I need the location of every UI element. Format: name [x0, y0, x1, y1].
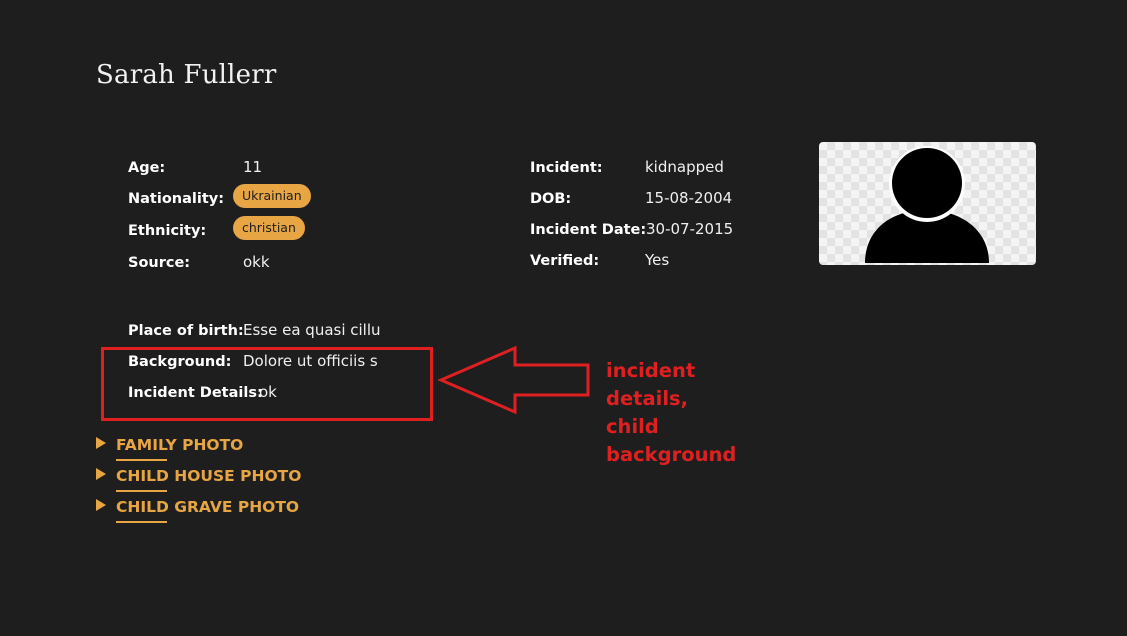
nationality-label: Nationality:	[128, 191, 225, 207]
triangle-right-icon	[96, 499, 106, 511]
verified-value: Yes	[645, 251, 670, 269]
dob-field: DOB: 15-08-2004	[530, 188, 732, 209]
incident-date-value: 30-07-2015	[646, 220, 734, 238]
incident-date-field: Incident Date: 30-07-2015	[530, 219, 733, 240]
user-silhouette-icon	[865, 146, 989, 263]
family-photo-toggle[interactable]: FAMILY PHOTO	[96, 436, 244, 461]
age-value: 11	[243, 158, 263, 176]
verified-label: Verified:	[530, 253, 600, 269]
age-label: Age:	[128, 160, 166, 176]
triangle-right-icon	[96, 437, 106, 449]
nationality-badge: Ukrainian	[233, 184, 311, 208]
annotation-text: incident details, child background	[606, 359, 737, 466]
child-house-photo-toggle[interactable]: CHILD HOUSE PHOTO	[96, 467, 302, 492]
ethnicity-field: Ethnicity: christian	[128, 216, 305, 241]
place-of-birth-label: Place of birth:	[128, 323, 244, 339]
source-label: Source:	[128, 255, 191, 271]
page-title: Sarah Fullerr	[96, 60, 277, 90]
incident-label: Incident:	[530, 160, 603, 176]
family-photo-label: FAMILY PHOTO	[116, 436, 244, 454]
profile-photo	[819, 142, 1036, 265]
dob-label: DOB:	[530, 191, 572, 207]
ethnicity-badge: christian	[233, 216, 305, 240]
nationality-field: Nationality: Ukrainian	[128, 184, 311, 209]
divider	[116, 490, 167, 492]
incident-value: kidnapped	[645, 158, 724, 176]
source-field: Source: okk	[128, 252, 270, 273]
age-field: Age: 11	[128, 157, 262, 178]
annotation-box	[101, 347, 433, 421]
divider	[116, 459, 167, 461]
ethnicity-label: Ethnicity:	[128, 223, 207, 239]
divider	[116, 521, 167, 523]
place-of-birth-field: Place of birth: Esse ea quasi cillu	[128, 320, 381, 341]
place-of-birth-value: Esse ea quasi cillu	[243, 321, 381, 339]
incident-date-label: Incident Date:	[530, 222, 647, 238]
child-grave-photo-toggle[interactable]: CHILD GRAVE PHOTO	[96, 498, 300, 523]
annotation-arrow-icon	[438, 345, 590, 415]
source-value: okk	[243, 253, 270, 271]
verified-field: Verified: Yes	[530, 250, 669, 271]
incident-field: Incident: kidnapped	[530, 157, 724, 178]
child-grave-photo-label: CHILD GRAVE PHOTO	[116, 498, 300, 516]
triangle-right-icon	[96, 468, 106, 480]
dob-value: 15-08-2004	[645, 189, 733, 207]
child-house-photo-label: CHILD HOUSE PHOTO	[116, 467, 302, 485]
